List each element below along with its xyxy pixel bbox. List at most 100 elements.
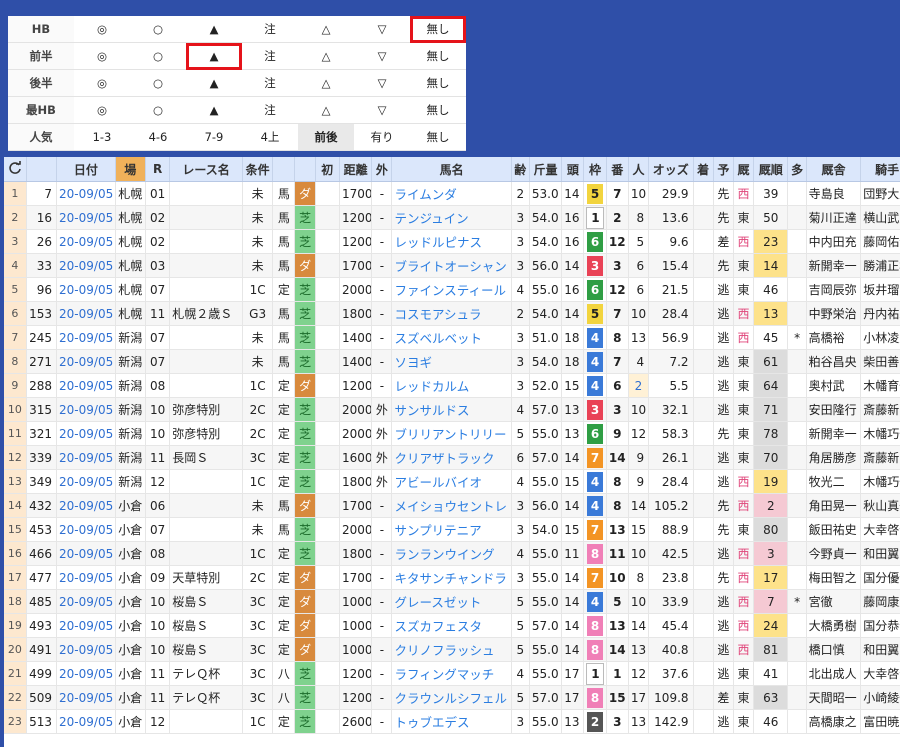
table-row[interactable]: 14 432 20-09/05 小倉 06 未馬ダ 1700- メイショウセントレ 3 56.0 1… — [4, 493, 900, 518]
cell-date[interactable]: 20-09/05 — [56, 637, 116, 662]
cell-horse[interactable]: レッドルピナス — [391, 229, 512, 254]
legend-mark[interactable]: ◎ — [74, 16, 130, 43]
cell-date[interactable]: 20-09/05 — [56, 685, 116, 710]
cell-horse[interactable]: サンプリテニア — [391, 517, 512, 542]
cell-horse[interactable]: ラフィングマッチ — [391, 661, 512, 686]
column-header[interactable]: 馬名 — [391, 157, 512, 182]
legend-mark[interactable]: △ — [298, 96, 354, 124]
table-row[interactable]: 6 153 20-09/05 札幌 11 札幌２歳Ｓ G3 馬芝 1800- コスモアシュラ 2 54… — [4, 301, 900, 326]
cell-date[interactable]: 20-09/05 — [56, 445, 116, 470]
table-row[interactable]: 3 26 20-09/05 札幌 02 未馬芝 1200- レッドルピナス 3 54.0 16 6 12… — [4, 229, 900, 254]
cell-date[interactable]: 20-09/05 — [56, 277, 116, 302]
column-header[interactable]: 着 — [693, 157, 714, 182]
table-row[interactable]: 4 33 20-09/05 札幌 03 未馬ダ 1700- ブライトオーシャン 3 56.0 14 3… — [4, 253, 900, 278]
cell-horse[interactable]: ライムンダ — [391, 181, 512, 206]
cell-horse[interactable]: テンジュイン — [391, 205, 512, 230]
cell-horse[interactable]: トゥブエデス — [391, 709, 512, 734]
race-grid[interactable]: 日付場 R レース名 条件初距離外馬名齢斤量頭枠番人オッズ着予厩厩順多厩舎 騎手 172… — [4, 157, 900, 747]
cell-horse[interactable]: アビールバイオ — [391, 469, 512, 494]
cell-horse[interactable]: クリアザトラック — [391, 445, 512, 470]
legend-mark[interactable]: 無し — [410, 69, 466, 97]
table-row[interactable]: 1 7 20-09/05 札幌 01 未馬ダ 1700- ライムンダ 2 53.0 14 5 7 10 29… — [4, 181, 900, 206]
cell-horse[interactable]: クリノフラッシュ — [391, 637, 512, 662]
table-row[interactable]: 18 485 20-09/05 小倉 10 桜島Ｓ 3C 定ダ 1000- グレースゼット 5 55.… — [4, 589, 900, 614]
cell-date[interactable]: 20-09/05 — [56, 325, 116, 350]
column-header[interactable]: 外 — [371, 157, 393, 182]
cell-horse[interactable]: スズベルベット — [391, 325, 512, 350]
table-row[interactable]: 7 245 20-09/05 新潟 07 未馬芝 1400- スズベルベット 3 51.0 18 4 8… — [4, 325, 900, 350]
column-header[interactable]: 予 — [713, 157, 734, 182]
legend-mark[interactable]: 無し — [410, 96, 466, 124]
legend-mark[interactable]: 無し — [410, 42, 466, 70]
cell-date[interactable]: 20-09/05 — [56, 517, 116, 542]
cell-horse[interactable]: クラウンルシフェル — [391, 685, 512, 710]
column-header[interactable]: 騎手 — [860, 157, 900, 182]
legend-mark[interactable]: ▽ — [354, 69, 410, 97]
cell-horse[interactable]: レッドカルム — [391, 373, 512, 398]
column-header[interactable] — [26, 157, 58, 182]
legend-mark[interactable]: ◎ — [74, 42, 130, 70]
legend-mark[interactable]: △ — [298, 16, 354, 43]
legend-mark[interactable]: ◎ — [74, 96, 130, 124]
column-header[interactable]: 番 — [606, 157, 629, 182]
legend-mark[interactable]: 注 — [242, 69, 298, 97]
legend-mark[interactable]: ○ — [130, 69, 186, 97]
table-row[interactable]: 21 499 20-09/05 小倉 11 テレＱ杯 3C 八芝 1200- ラフィングマッチ 4 5… — [4, 661, 900, 686]
cell-date[interactable]: 20-09/05 — [56, 349, 116, 374]
cell-horse[interactable]: ファインスティール — [391, 277, 512, 302]
cell-horse[interactable]: ブリリアントリリー — [391, 421, 512, 446]
column-header[interactable]: 齢 — [511, 157, 530, 182]
cell-date[interactable]: 20-09/05 — [56, 373, 116, 398]
table-row[interactable]: 17 477 20-09/05 小倉 09 天草特別 2C 定ダ 1700- キタサンチャンドラ 3… — [4, 565, 900, 590]
table-row[interactable]: 8 271 20-09/05 新潟 07 未馬芝 1400- ソヨギ 3 54.0 18 4 7 4 7.2… — [4, 349, 900, 374]
column-header[interactable]: 人 — [628, 157, 650, 182]
cell-date[interactable]: 20-09/05 — [56, 589, 116, 614]
cell-horse[interactable]: ランランウイング — [391, 541, 512, 566]
legend-mark[interactable]: 無し — [410, 123, 466, 151]
cell-date[interactable]: 20-09/05 — [56, 661, 116, 686]
legend-mark[interactable]: ▲ — [186, 69, 242, 97]
column-header[interactable]: レース名 — [169, 157, 243, 182]
column-header[interactable]: 日付 — [56, 157, 116, 182]
column-header[interactable]: 頭 — [561, 157, 585, 182]
legend-mark[interactable]: 前後 — [298, 123, 354, 151]
legend-mark[interactable]: ◎ — [74, 69, 130, 97]
cell-date[interactable]: 20-09/05 — [56, 205, 116, 230]
column-header[interactable] — [272, 157, 296, 182]
table-row[interactable]: 19 493 20-09/05 小倉 10 桜島Ｓ 3C 定ダ 1000- スズカフェスタ 5 57.… — [4, 613, 900, 638]
column-header[interactable]: 厩順 — [753, 157, 789, 182]
column-header[interactable]: 厩 — [733, 157, 755, 182]
table-row[interactable]: 11 321 20-09/05 新潟 10 弥彦特別 2C 定芝 2000 外ブリリアントリリー 5… — [4, 421, 900, 446]
table-row[interactable]: 10 315 20-09/05 新潟 10 弥彦特別 2C 定芝 2000 外サンサルドス 4 57.… — [4, 397, 900, 422]
cell-horse[interactable]: グレースゼット — [391, 589, 512, 614]
legend-mark[interactable]: 無し — [410, 16, 466, 43]
legend-mark[interactable]: 注 — [242, 96, 298, 124]
table-row[interactable]: 23 513 20-09/05 小倉 12 1C 定芝 2600- トゥブエデス 3 55.0 13 2… — [4, 709, 900, 734]
cell-date[interactable]: 20-09/05 — [56, 613, 116, 638]
cell-horse[interactable]: ブライトオーシャン — [391, 253, 512, 278]
cell-horse[interactable]: ソヨギ — [391, 349, 512, 374]
cell-date[interactable]: 20-09/05 — [56, 253, 116, 278]
cell-date[interactable]: 20-09/05 — [56, 181, 116, 206]
legend-mark[interactable]: 1-3 — [74, 123, 130, 151]
table-row[interactable]: 13 349 20-09/05 新潟 12 1C 定芝 1800 外アビールバイオ 4 55.0 15… — [4, 469, 900, 494]
refresh-icon[interactable] — [4, 157, 27, 182]
legend-mark[interactable]: 7-9 — [186, 123, 242, 151]
legend-mark[interactable]: △ — [298, 69, 354, 97]
column-header[interactable]: R — [145, 157, 171, 182]
table-row[interactable]: 12 339 20-09/05 新潟 11 長岡Ｓ 3C 定芝 1600 外クリアザトラック 6 57… — [4, 445, 900, 470]
cell-date[interactable]: 20-09/05 — [56, 565, 116, 590]
legend-mark[interactable]: ▲ — [186, 42, 242, 70]
cell-horse[interactable]: コスモアシュラ — [391, 301, 512, 326]
legend-mark[interactable]: 有り — [354, 123, 410, 151]
column-header[interactable]: オッズ — [648, 157, 694, 182]
legend-mark[interactable]: 注 — [242, 42, 298, 70]
column-header[interactable]: 多 — [787, 157, 807, 182]
table-row[interactable]: 22 509 20-09/05 小倉 11 テレＱ杯 3C 八芝 1200- クラウンルシフェル 5… — [4, 685, 900, 710]
cell-horse[interactable]: メイショウセントレ — [391, 493, 512, 518]
cell-date[interactable]: 20-09/05 — [56, 541, 116, 566]
legend-mark[interactable]: 4上 — [242, 123, 298, 151]
column-header[interactable]: 厩舎 — [806, 157, 862, 182]
legend-mark[interactable]: △ — [298, 42, 354, 70]
cell-date[interactable]: 20-09/05 — [56, 229, 116, 254]
